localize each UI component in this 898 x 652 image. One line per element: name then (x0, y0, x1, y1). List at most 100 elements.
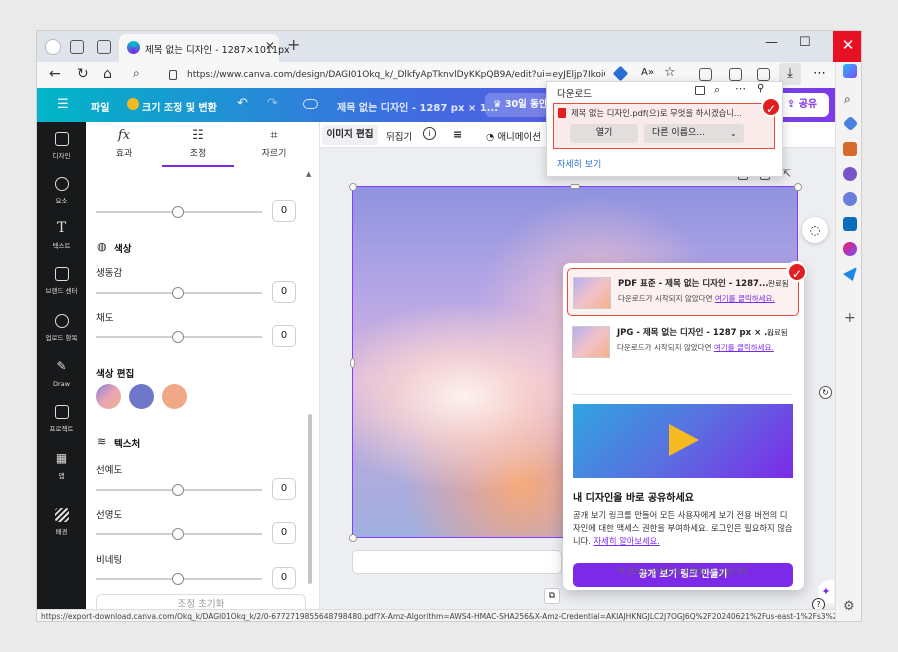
tab-adjust[interactable]: ☷ 조정 (162, 128, 234, 159)
maximize-icon[interactable]: ☐ (799, 35, 811, 50)
slider-track[interactable] (96, 573, 262, 585)
shopping-icon[interactable] (842, 115, 859, 132)
split-screen-icon[interactable] (729, 68, 742, 81)
resize-handle[interactable] (349, 183, 357, 191)
slider-knob[interactable] (172, 206, 184, 218)
add-sidebar-app-icon[interactable]: + (844, 310, 856, 326)
slider-value[interactable]: 0 (272, 325, 296, 347)
back-icon[interactable]: ← (49, 66, 61, 82)
people-icon[interactable] (843, 167, 857, 181)
resize-handle[interactable] (794, 183, 802, 191)
panel-scrollbar[interactable] (308, 414, 312, 584)
copilot-icon[interactable] (843, 64, 857, 78)
color-swatch[interactable] (129, 384, 154, 409)
rail-item-apps[interactable]: ▦ 앱 (37, 452, 86, 481)
animate-button[interactable]: ◔ 애니메이션 (486, 129, 541, 143)
refresh-icon[interactable]: ↻ (77, 66, 89, 82)
slider-value[interactable]: 0 (272, 200, 296, 222)
rail-item-elements[interactable]: 요소 (37, 177, 86, 206)
slider-knob[interactable] (172, 528, 184, 540)
url-field[interactable]: https://www.canva.com/design/DAGI01Okq_k… (165, 66, 605, 85)
new-tab-icon[interactable]: + (287, 35, 300, 54)
outlook-icon[interactable] (843, 217, 857, 231)
minimize-icon[interactable]: — (765, 35, 778, 50)
add-page-bar[interactable] (352, 550, 562, 574)
slider-track[interactable] (96, 331, 262, 343)
resize-handle[interactable] (570, 184, 580, 189)
more-icon[interactable]: ⋯ (813, 66, 826, 81)
slider-track[interactable] (96, 206, 262, 218)
rail-item-background[interactable]: 배경 (37, 508, 86, 537)
scroll-up-icon[interactable]: ▲ (306, 170, 311, 178)
retry-link[interactable]: 여기를 클릭하세요. (714, 343, 774, 352)
tab-actions-icon[interactable] (97, 40, 111, 54)
slider-value[interactable]: 0 (272, 522, 296, 544)
slider-knob[interactable] (172, 331, 184, 343)
learn-more-link[interactable]: 자세히 알아보세요. (594, 536, 660, 546)
tab-crop[interactable]: ⌗ 자르기 (238, 128, 310, 159)
slider-value[interactable]: 0 (272, 281, 296, 303)
color-swatch[interactable] (162, 384, 187, 409)
collections-icon[interactable] (757, 68, 770, 81)
pin-icon[interactable]: ⚲ (757, 83, 764, 94)
file-row-jpg[interactable]: JPG - 제목 없는 디자인 - 1287 px × ... 완료됨 다운로드… (567, 318, 799, 366)
tag-icon[interactable] (612, 65, 629, 82)
close-tab-icon[interactable]: ✕ (265, 39, 275, 53)
profile-icon[interactable] (45, 39, 61, 55)
slider-knob[interactable] (172, 484, 184, 496)
slider-knob[interactable] (172, 573, 184, 585)
close-window-icon[interactable]: ✕ (833, 31, 861, 62)
retry-link[interactable]: 여기를 클릭하세요. (715, 294, 775, 303)
line-style-icon[interactable]: ≡ (453, 128, 462, 141)
menu-icon[interactable]: ☰ (57, 97, 69, 112)
rail-item-projects[interactable]: 프로젝트 (37, 405, 86, 434)
home-icon[interactable]: ⌂ (103, 66, 112, 82)
redo-icon[interactable]: ↷ (267, 96, 278, 111)
search-icon[interactable]: ⌕ (133, 66, 140, 81)
rail-item-text[interactable]: T 텍스트 (37, 221, 86, 251)
open-button[interactable]: 열기 (570, 124, 638, 143)
read-aloud-icon[interactable]: A» (641, 67, 654, 78)
rail-item-brand[interactable]: 브랜드 센터 (37, 267, 86, 296)
games-icon[interactable] (843, 192, 857, 206)
resize-handle[interactable] (349, 534, 357, 542)
undo-icon[interactable]: ↶ (237, 96, 248, 111)
flip-button[interactable]: 뒤집기 (386, 129, 412, 143)
slider-track[interactable] (96, 484, 262, 496)
search-downloads-icon[interactable]: ⌕ (714, 83, 720, 97)
image-edit-button[interactable]: 이미지 편집 (322, 125, 378, 145)
more-downloads-link[interactable]: 자세히 보기 (557, 157, 601, 170)
tools-icon[interactable] (843, 142, 857, 156)
slider-knob[interactable] (172, 287, 184, 299)
file-row-pdf[interactable]: PDF 표준 - 제목 없는 디자인 - 1287... 완료됨 다운로드가 시… (567, 268, 799, 316)
doc-title[interactable]: 제목 없는 디자인 - 1287 px × 1... (337, 99, 498, 114)
slider-value[interactable]: 0 (272, 567, 296, 589)
file-menu[interactable]: 파일 (91, 99, 109, 114)
color-swatch[interactable] (96, 384, 121, 409)
rail-item-design[interactable]: 디자인 (37, 132, 86, 161)
tab-effects[interactable]: fx 효과 (88, 128, 160, 159)
extensions-icon[interactable] (699, 68, 712, 81)
sidebar-settings-icon[interactable]: ⚙ (843, 599, 855, 614)
share-button[interactable]: ⇪ 공유 (775, 93, 829, 117)
search-sidebar-icon[interactable]: ⌕ (844, 92, 851, 107)
add-page-icon[interactable]: ⇱ (782, 167, 791, 180)
slider-track[interactable] (96, 528, 262, 540)
trial-button[interactable]: ♛ 30일 동안 (485, 93, 549, 117)
resize-handle[interactable] (350, 358, 355, 368)
rail-item-uploads[interactable]: 업로드 항목 (37, 314, 86, 343)
info-icon[interactable]: i (423, 127, 436, 140)
open-folder-icon[interactable] (695, 86, 705, 95)
magic-comment-icon[interactable]: ◌ (802, 217, 828, 243)
more-options-icon[interactable]: ⋯ (735, 82, 746, 95)
workspaces-icon[interactable] (70, 40, 84, 54)
copilot-app-icon[interactable] (843, 242, 857, 256)
slider-track[interactable] (96, 287, 262, 299)
slider-value[interactable]: 0 (272, 478, 296, 500)
browser-tab[interactable]: 제목 없는 디자인 - 1287×1011px ✕ (119, 34, 290, 62)
rail-item-draw[interactable]: ✎ Draw (37, 360, 86, 389)
rotate-handle-icon[interactable]: ↻ (819, 386, 832, 399)
send-icon[interactable] (843, 267, 857, 281)
resize-button[interactable]: 크기 조정 및 변환 (142, 99, 217, 114)
favorite-icon[interactable]: ☆ (664, 65, 676, 80)
